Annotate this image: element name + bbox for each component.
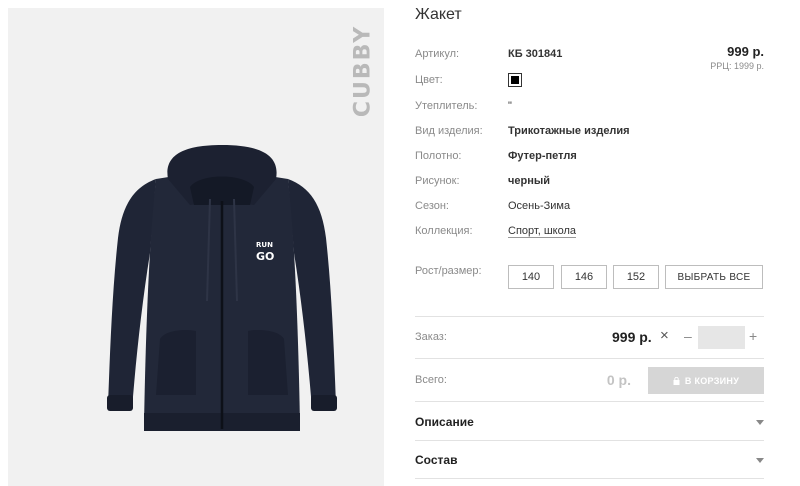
collection-link[interactable]: Спорт, школа (508, 224, 576, 238)
attr-value: Трикотажные изделия (508, 125, 630, 137)
divider (415, 401, 764, 402)
size-option-146[interactable]: 146 (561, 265, 607, 289)
cart-icon (673, 376, 680, 385)
divider (415, 478, 764, 479)
accordion-description[interactable]: Описание (415, 415, 764, 435)
multiply-icon: × (660, 327, 669, 344)
recommended-price: РРЦ: 1999 р. (710, 61, 764, 71)
divider (415, 358, 764, 359)
attr-value: Футер-петля (508, 150, 577, 162)
increase-quantity-button[interactable]: + (749, 328, 757, 344)
accordion-label: Описание (415, 415, 474, 429)
decrease-quantity-button[interactable]: – (684, 328, 692, 344)
size-option-140[interactable]: 140 (508, 265, 554, 289)
color-swatch[interactable] (508, 73, 522, 87)
chevron-down-icon (756, 420, 764, 425)
chevron-down-icon (756, 458, 764, 463)
print-run: RUN (256, 241, 273, 249)
accordion-label: Состав (415, 453, 458, 467)
divider (415, 440, 764, 441)
attr-label: Вид изделия: (415, 125, 483, 137)
attr-label: Цвет: (415, 74, 443, 86)
print-go: GO (256, 250, 274, 263)
total-value: 0 р. (606, 372, 631, 388)
size-option-152[interactable]: 152 (613, 265, 659, 289)
attr-label: Коллекция: (415, 225, 473, 237)
add-to-cart-button[interactable]: В КОРЗИНУ (648, 367, 764, 394)
add-to-cart-label: В КОРЗИНУ (684, 375, 740, 386)
attr-value: Осень-Зима (508, 200, 571, 212)
quantity-input[interactable] (698, 326, 745, 349)
color-swatch-fill (511, 76, 519, 84)
select-all-sizes-button[interactable]: ВЫБРАТЬ ВСЕ (665, 265, 763, 289)
attr-label: Сезон: (415, 200, 449, 212)
order-price: 999 р. (612, 329, 652, 345)
order-label: Заказ: (415, 331, 447, 343)
product-title: Жакет (415, 6, 462, 23)
accordion-composition[interactable]: Состав (415, 453, 764, 473)
attr-value: " (508, 100, 512, 112)
jacket-image: RUN GO (107, 145, 337, 431)
brand-logo: CUBBY (350, 24, 376, 118)
attr-value: черный (508, 175, 551, 187)
total-label: Всего: (415, 374, 447, 386)
attr-label: Полотно: (415, 150, 462, 162)
divider (415, 316, 764, 317)
attr-value: КБ 301841 (508, 48, 563, 60)
product-photo[interactable]: CUBBY RUN GO (8, 8, 384, 486)
attr-label: Утеплитель: (415, 100, 478, 112)
size-label: Рост/размер: (415, 265, 482, 277)
attr-label: Рисунок: (415, 175, 460, 187)
product-price: 999 р. (727, 44, 764, 59)
attr-label: Артикул: (415, 48, 460, 60)
